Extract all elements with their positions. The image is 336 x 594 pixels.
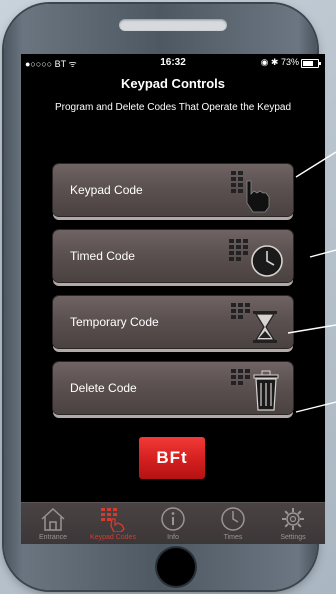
keypad-hourglass-icon [231,303,277,343]
delete-code-label: Delete Code [70,381,137,395]
home-button[interactable] [157,548,195,586]
timed-code-button[interactable]: Timed Code [53,230,293,282]
tab-settings-label: Settings [280,534,306,541]
battery-icon [301,59,321,68]
timed-code-label: Timed Code [70,249,135,263]
gear-icon [282,508,304,530]
status-indicators: ◉ ✱ 73% [260,57,299,67]
keypad-code-button[interactable]: Keypad Code [53,164,293,216]
status-bar: ●○○○○ BT ᯤ 16:32 ◉ ✱ 73% [21,54,325,72]
tab-bar: Entrance Keypad Codes Info Times Setting… [21,502,325,544]
delete-code-button[interactable]: Delete Code [53,362,293,414]
house-icon [41,507,65,531]
clock-icon [221,507,245,531]
tab-times-label: Times [223,534,243,541]
keypad-hand-icon [231,171,270,213]
bft-logo: BFt [139,437,205,479]
app-screen: ●○○○○ BT ᯤ 16:32 ◉ ✱ 73% Keypad Controls… [21,54,325,544]
phone-speaker [119,19,227,31]
temporary-code-label: Temporary Code [70,315,159,329]
tab-entrance-label: Entrance [38,534,68,541]
tab-settings[interactable]: Settings [263,503,323,544]
page-subtitle: Program and Delete Codes That Operate th… [54,102,292,113]
phone-frame: ●○○○○ BT ᯤ 16:32 ◉ ✱ 73% Keypad Controls… [4,4,325,590]
tab-entrance[interactable]: Entrance [23,503,83,544]
tab-keypad-codes[interactable]: Keypad Codes [83,503,143,544]
temporary-code-button[interactable]: Temporary Code [53,296,293,348]
page-title: Keypad Controls [120,76,225,91]
keypad-code-label: Keypad Code [70,183,143,197]
keypad-trash-icon [231,369,279,411]
keypad-clock-icon [229,239,283,277]
tab-info-label: Info [167,534,179,541]
info-icon [161,507,185,531]
keypad-icon [101,508,125,532]
tab-info[interactable]: Info [143,503,203,544]
tab-keypad-codes-label: Keypad Codes [90,534,136,541]
tab-times[interactable]: Times [203,503,263,544]
